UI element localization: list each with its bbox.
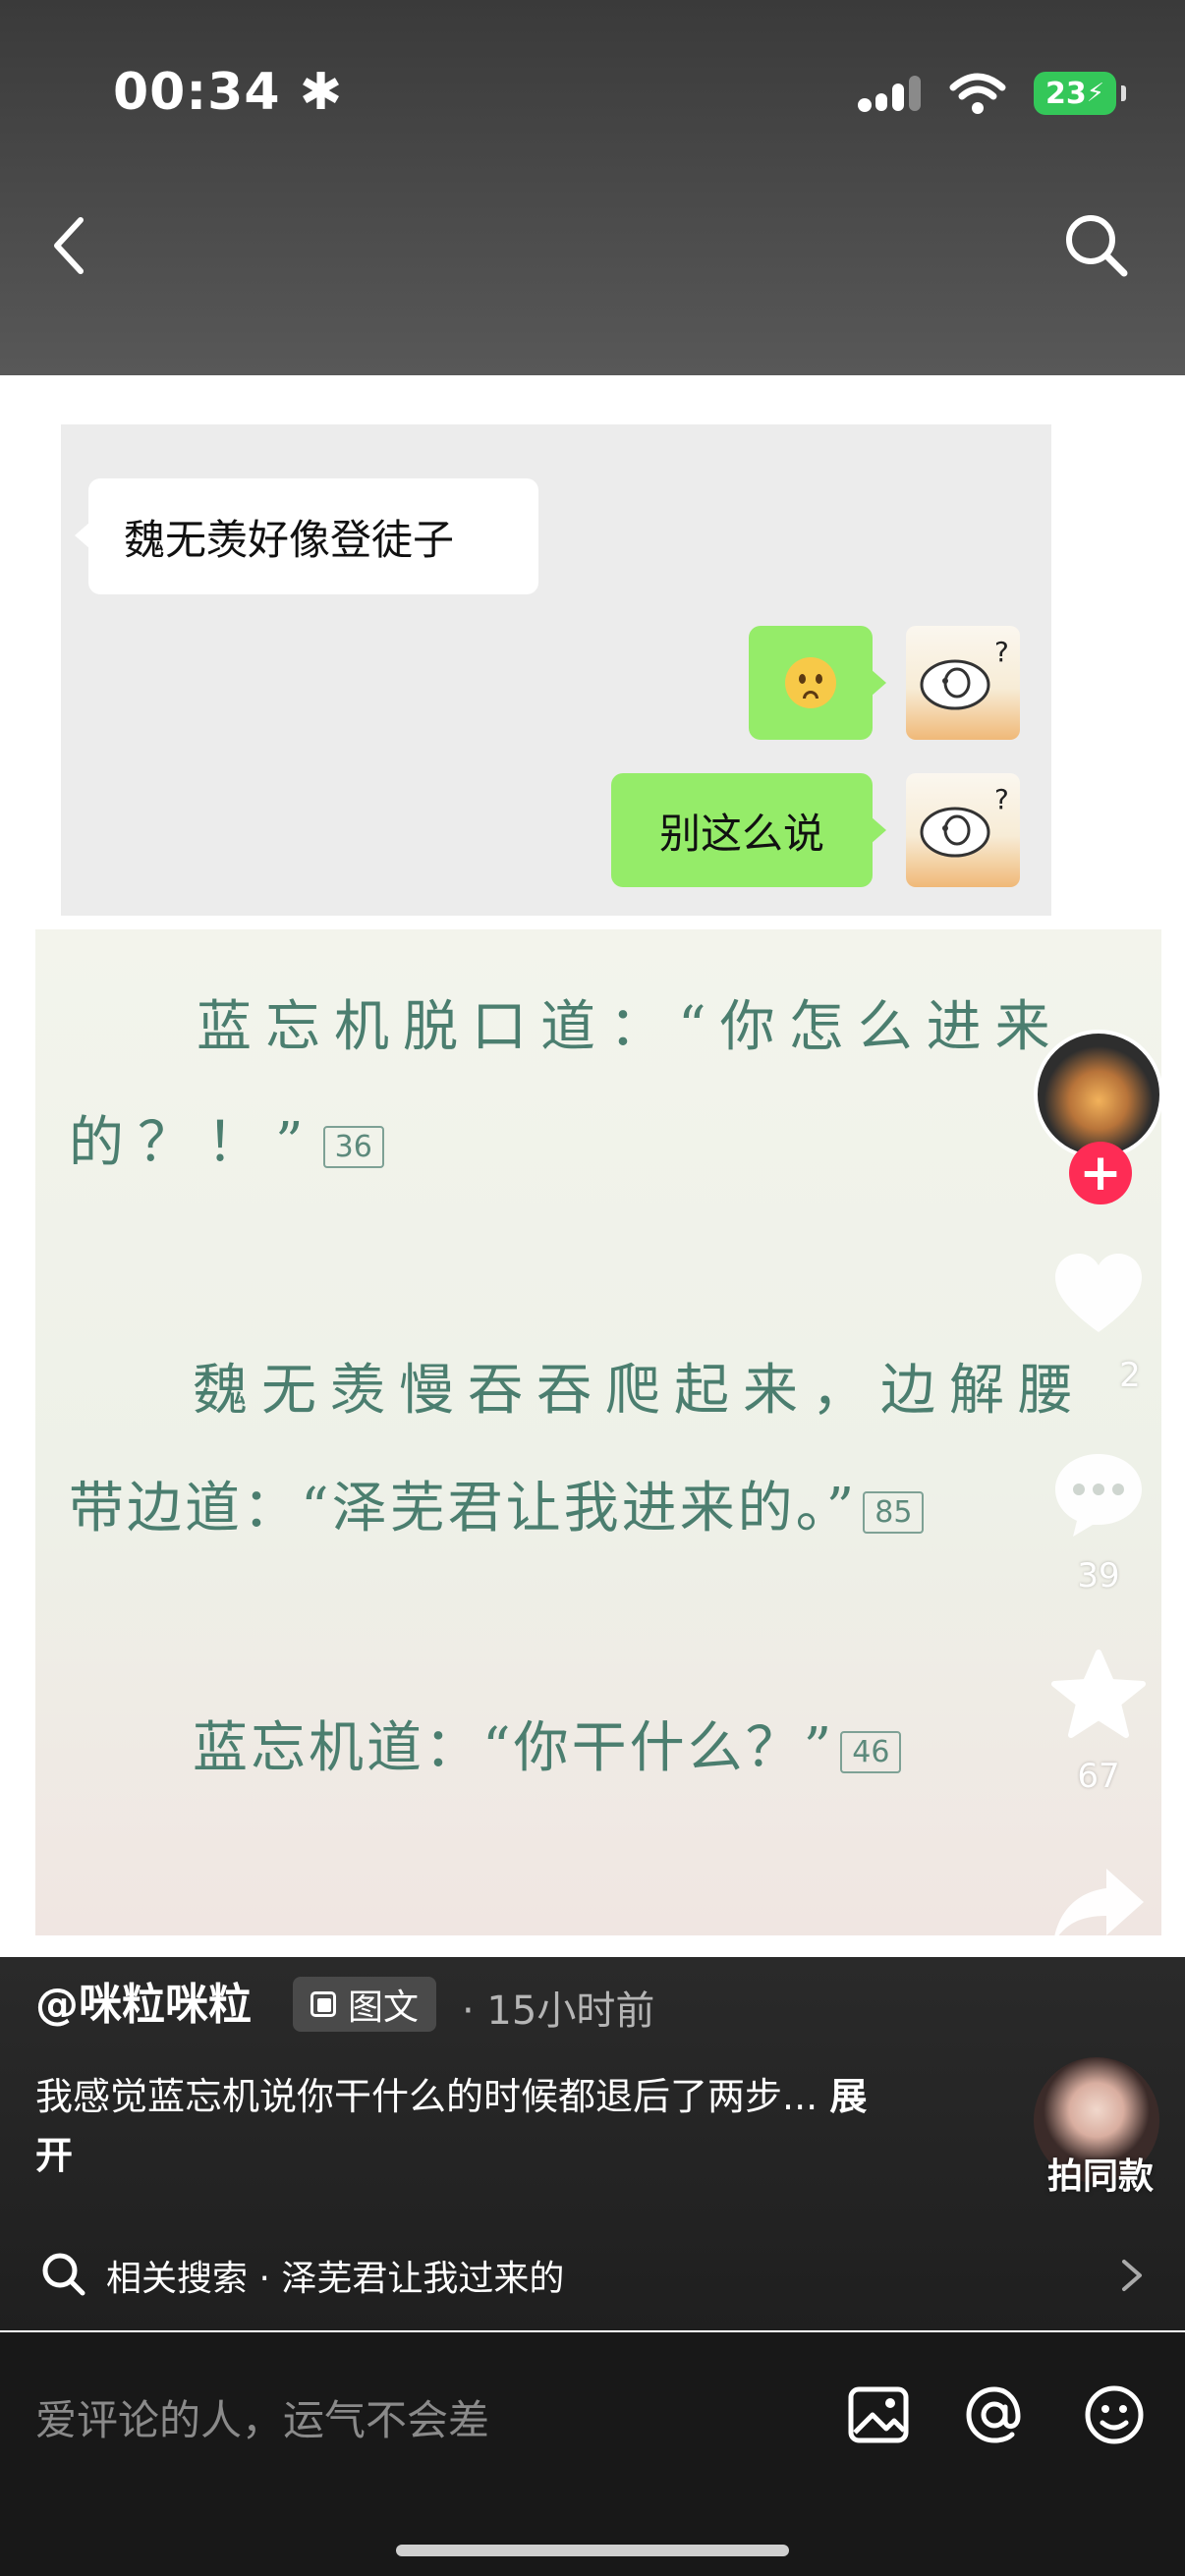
battery-indicator: 23 ⚡: [1034, 72, 1126, 115]
avatar: ?: [906, 626, 1020, 740]
bird-sticker-icon: ?: [920, 783, 1009, 858]
comment-count: 39: [1077, 1556, 1120, 1596]
share-icon[interactable]: [1049, 1859, 1148, 1957]
emoji-icon[interactable]: [1079, 2380, 1150, 2450]
same-style-label[interactable]: 拍同款: [1022, 2148, 1179, 2199]
svg-text:?: ?: [994, 783, 1009, 815]
chevron-right-icon: [1122, 2260, 1142, 2291]
novel-text: 蓝忘机脱口道：“你怎么进来: [197, 995, 1064, 1059]
novel-text: 带边道：“泽芜君让我进来的。”: [69, 1477, 858, 1540]
author-name[interactable]: @咪粒咪粒: [35, 1969, 252, 2032]
content-type-tag: 图文: [293, 1977, 437, 2032]
novel-text: 蓝忘机道：“你干什么？”: [193, 1716, 835, 1780]
status-time: 00:34 ✱: [113, 63, 344, 122]
top-bar: 00:34 ✱ 23 ⚡: [0, 0, 1185, 375]
chat-screenshot: 魏无羡好像登徒子 ? 别这么说 ?: [61, 424, 1051, 916]
frowning-face-icon: [785, 657, 836, 708]
heart-icon[interactable]: [1049, 1246, 1148, 1344]
comment-icon[interactable]: [1049, 1446, 1148, 1544]
novel-line: 的？！” 36: [69, 1098, 384, 1178]
post-description: 我感觉蓝忘机说你干什么的时候都退后了两步... 展开: [35, 2067, 900, 2185]
post-info: @咪粒咪粒 图文 · 15小时前 我感觉蓝忘机说你干什么的时候都退后了两步...…: [0, 1957, 1185, 2330]
novel-text: 魏无羡慢吞吞爬起来，边解腰: [193, 1359, 1087, 1423]
novel-text: 的？！”: [69, 1111, 317, 1175]
charging-bolt-icon: ⚡: [1086, 79, 1104, 108]
paragraph-comment-count[interactable]: 85: [863, 1491, 925, 1534]
home-indicator: [396, 2545, 789, 2556]
chevron-left-icon[interactable]: [39, 206, 98, 285]
chat-bubble-incoming: 魏无羡好像登徒子: [75, 478, 538, 594]
wifi-icon: [949, 73, 1006, 114]
svg-text:?: ?: [994, 636, 1009, 668]
incoming-message-text: 魏无羡好像登徒子: [124, 515, 455, 564]
at-mention-icon[interactable]: [959, 2380, 1030, 2450]
novel-excerpt-image: 蓝忘机脱口道：“你怎么进来 的？！” 36 魏无羡慢吞吞爬起来，边解腰 带边道：“…: [35, 929, 1161, 1935]
avatar: ?: [906, 773, 1020, 887]
favorite-count: 67: [1077, 1757, 1120, 1796]
search-icon: [42, 2253, 85, 2296]
like-count: 2: [1119, 1356, 1141, 1395]
battery-level: 23: [1044, 76, 1087, 111]
novel-line: 蓝忘机脱口道：“你怎么进来: [197, 982, 1064, 1062]
paragraph-comment-count[interactable]: 46: [840, 1731, 902, 1773]
chat-bubble-outgoing: 别这么说: [611, 773, 886, 887]
chat-bubble-outgoing-emoji: [749, 626, 886, 740]
bird-sticker-icon: ?: [920, 636, 1009, 710]
novel-line: 蓝忘机道：“你干什么？” 46: [193, 1704, 902, 1783]
comment-bar: 爱评论的人，运气不会差: [0, 2332, 1185, 2576]
outgoing-message-text: 别这么说: [658, 809, 824, 858]
star-icon[interactable]: [1049, 1647, 1148, 1745]
description-text: 我感觉蓝忘机说你干什么的时候都退后了两步...: [35, 2075, 818, 2118]
status-icons: 23 ⚡: [857, 69, 1126, 118]
image-icon[interactable]: [843, 2380, 914, 2450]
novel-line: 带边道：“泽芜君让我进来的。” 85: [69, 1464, 925, 1543]
related-search-bar[interactable]: 相关搜索 · 泽芜君让我过来的: [0, 2220, 1185, 2328]
paragraph-comment-count[interactable]: 36: [322, 1126, 384, 1168]
signal-icon: [858, 76, 921, 112]
author-avatar[interactable]: [1034, 1030, 1163, 1159]
related-search-label: 相关搜索 · 泽芜君让我过来的: [106, 2259, 565, 2299]
image-post-icon: [310, 1991, 336, 2017]
search-icon[interactable]: [1057, 206, 1136, 285]
novel-line: 魏无羡慢吞吞爬起来，边解腰: [193, 1346, 1087, 1426]
follow-button[interactable]: +: [1069, 1142, 1132, 1204]
post-time: · 15小时前: [462, 1988, 655, 2034]
comment-input[interactable]: 爱评论的人，运气不会差: [35, 2387, 489, 2447]
content-type-label: 图文: [348, 1988, 420, 2028]
